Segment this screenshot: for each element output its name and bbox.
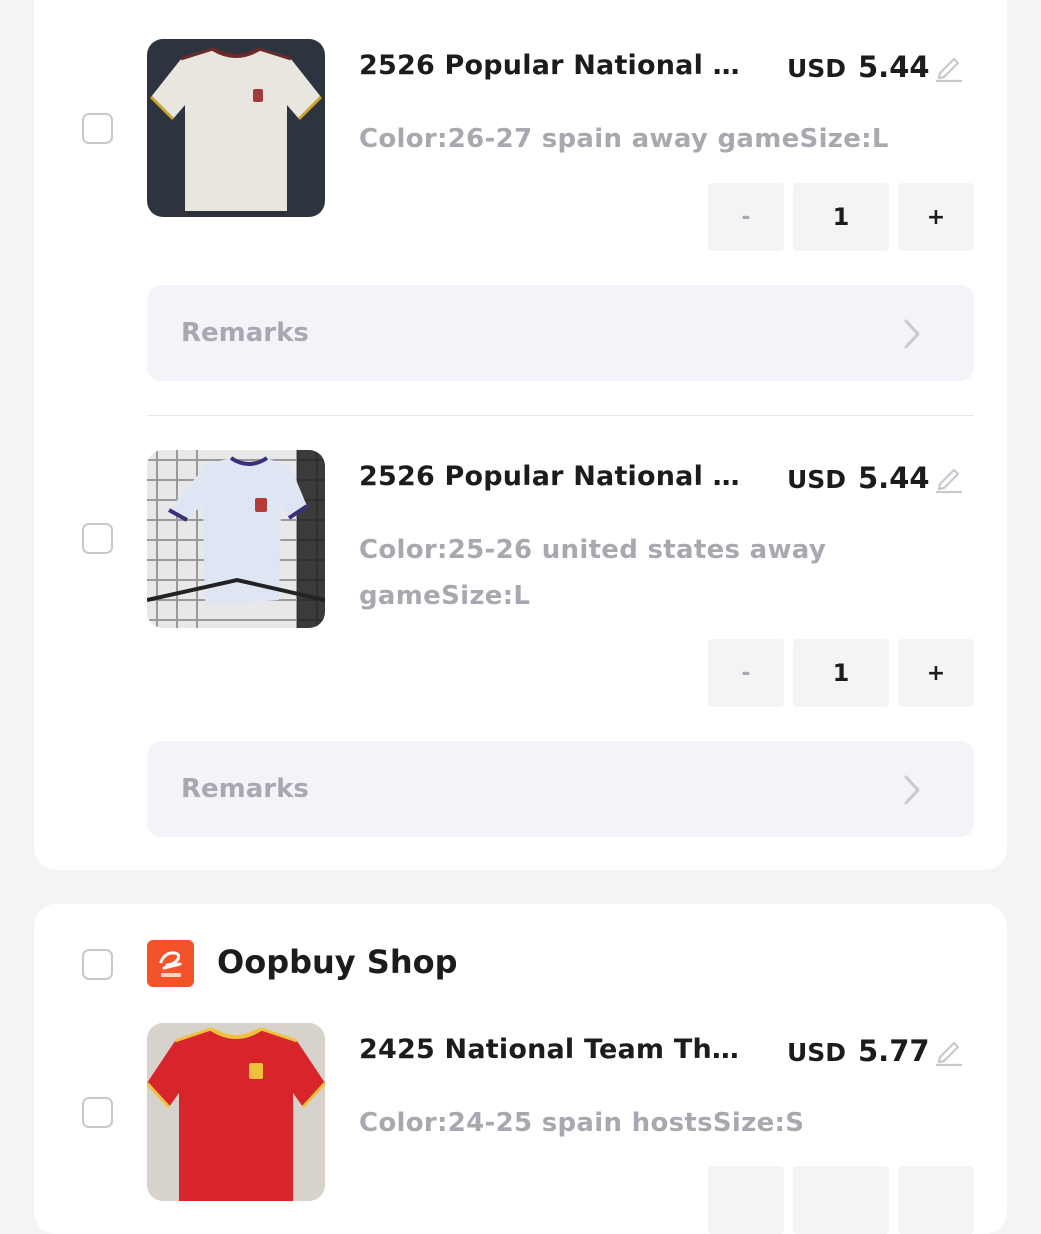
price-amount: 5.44 [858, 50, 930, 84]
quantity-increase-button[interactable]: + [898, 183, 974, 251]
spain-away-jersey-image [147, 39, 325, 217]
product-thumbnail[interactable] [147, 450, 325, 628]
spain-home-jersey-image [147, 1023, 325, 1201]
shop-select-checkbox[interactable] [82, 949, 113, 980]
quantity-decrease-button[interactable]: - [708, 639, 784, 707]
price-amount: 5.44 [858, 461, 930, 495]
edit-price-icon[interactable] [932, 1033, 966, 1067]
quantity-increase-button[interactable] [898, 1166, 974, 1234]
remarks-row[interactable]: Remarks [147, 741, 974, 837]
product-spec: Color:24-25 spain hostsSize:S [359, 1100, 919, 1146]
price-amount: 5.77 [858, 1034, 930, 1068]
item-divider [147, 415, 974, 416]
price-currency: USD [787, 1038, 847, 1067]
product-spec-line: Color:24-25 spain hostsSize:S [359, 1108, 805, 1138]
edit-price-icon[interactable] [932, 460, 966, 494]
quantity-decrease-button[interactable]: - [708, 183, 784, 251]
usa-away-jersey-image [147, 450, 325, 628]
item-select-checkbox[interactable] [82, 523, 113, 554]
product-spec-line: Color:25-26 united states away [359, 535, 827, 565]
shop-name[interactable]: Oopbuy Shop [217, 943, 458, 981]
chevron-right-icon [904, 775, 920, 805]
quantity-value[interactable]: 1 [793, 639, 889, 707]
product-spec-line: Color:26-27 spain away gameSize:L [359, 124, 889, 154]
price-currency: USD [787, 54, 847, 83]
product-title[interactable]: 2425 National Team Thai ... [359, 1034, 754, 1065]
item-select-checkbox[interactable] [82, 113, 113, 144]
product-spec: Color:25-26 united states away gameSize:… [359, 527, 919, 619]
edit-price-icon[interactable] [932, 49, 966, 83]
chevron-right-icon [904, 319, 920, 349]
product-spec: Color:26-27 spain away gameSize:L [359, 116, 919, 162]
quantity-value[interactable]: 1 [793, 183, 889, 251]
product-thumbnail[interactable] [147, 1023, 325, 1201]
remarks-row[interactable]: Remarks [147, 285, 974, 381]
quantity-decrease-button[interactable] [708, 1166, 784, 1234]
remarks-label: Remarks [181, 774, 309, 804]
remarks-label: Remarks [181, 318, 309, 348]
product-title[interactable]: 2526 Popular National Te... [359, 50, 754, 81]
product-spec-line: gameSize:L [359, 581, 531, 611]
shop-logo-icon [147, 940, 194, 987]
item-select-checkbox[interactable] [82, 1097, 113, 1128]
quantity-value[interactable] [793, 1166, 889, 1234]
quantity-increase-button[interactable]: + [898, 639, 974, 707]
product-title[interactable]: 2526 Popular National Te... [359, 461, 754, 492]
product-thumbnail[interactable] [147, 39, 325, 217]
price-currency: USD [787, 465, 847, 494]
